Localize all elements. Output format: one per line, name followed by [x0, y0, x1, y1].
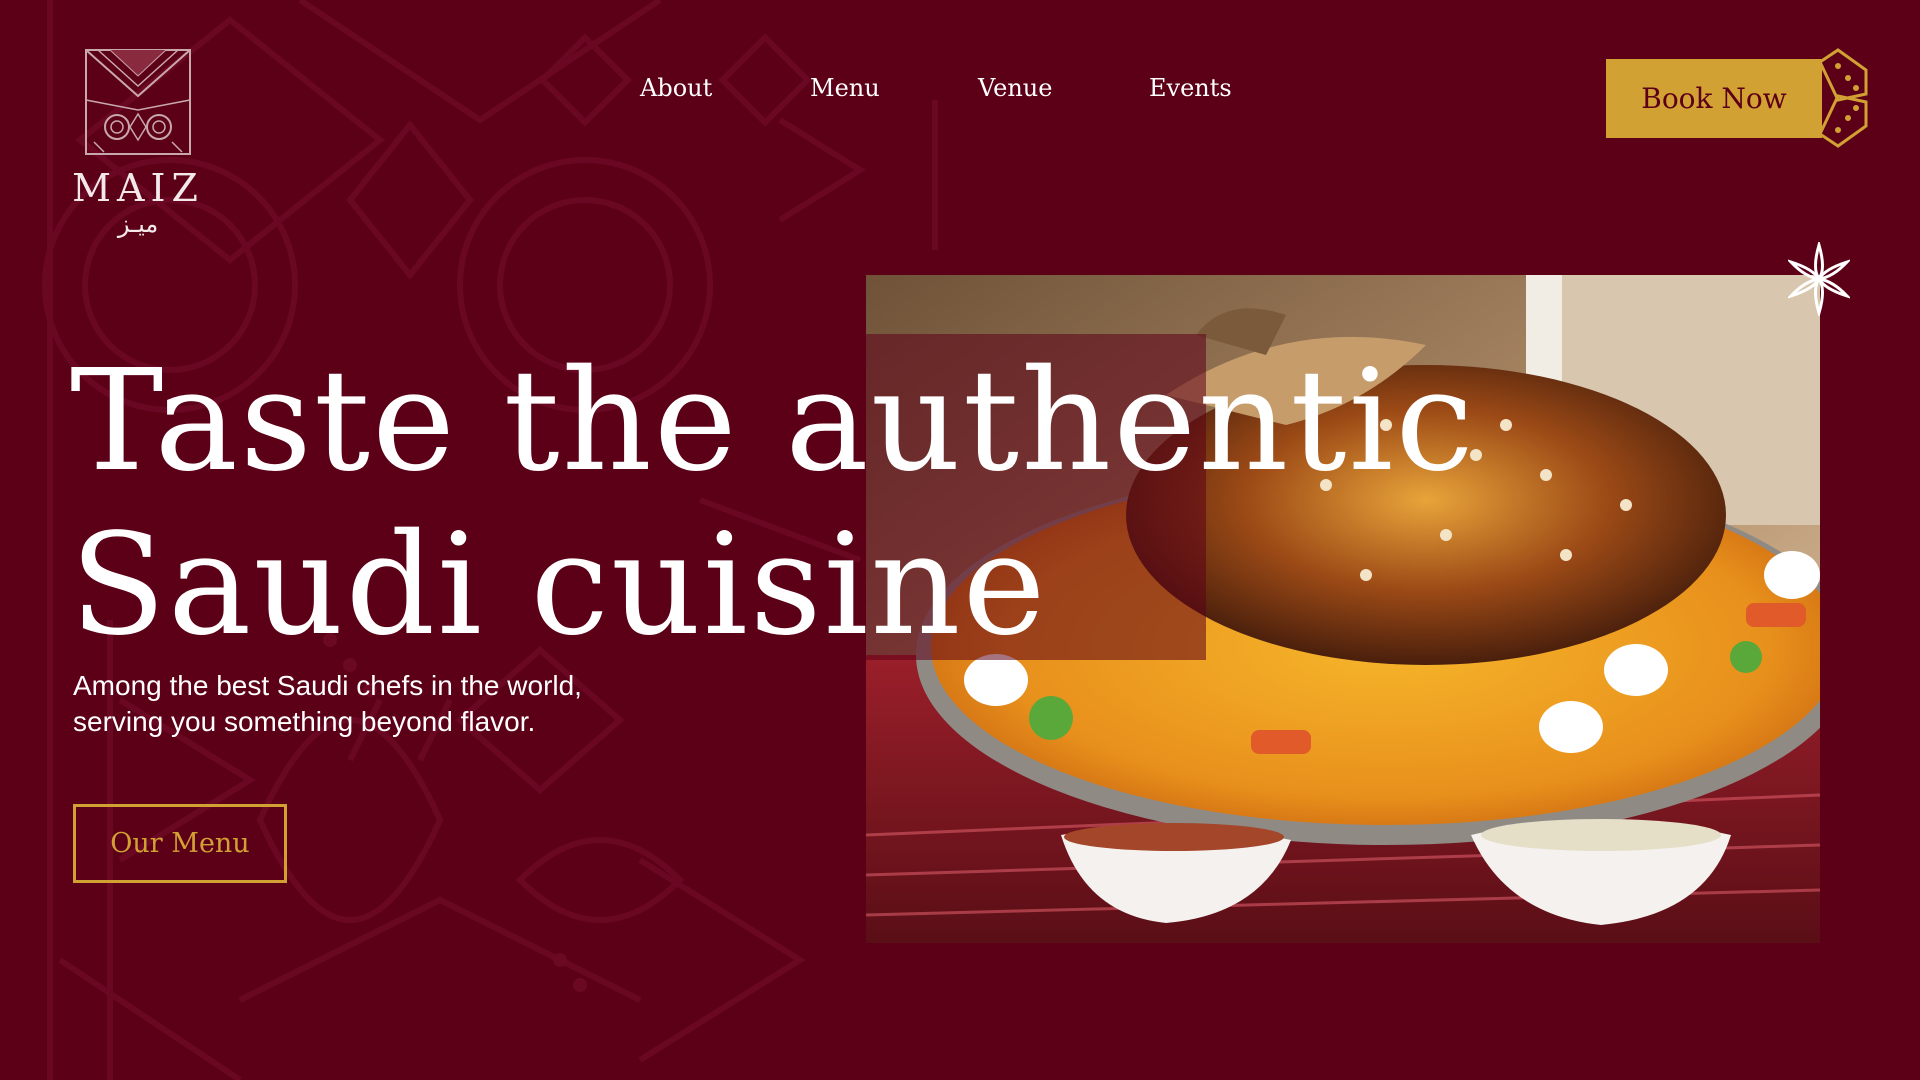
nav-venue[interactable]: Venue	[978, 70, 1052, 106]
geometric-sadu-emblem-icon	[85, 49, 191, 155]
hero-title-line-2: Saudi cuisine	[70, 504, 1048, 667]
diamond-ornament-icon	[1818, 48, 1868, 148]
brand-name: MAIZ	[72, 166, 204, 210]
our-menu-button[interactable]: Our Menu	[73, 804, 287, 883]
nav-about[interactable]: About	[640, 70, 712, 106]
brand-logo[interactable]: MAIZ ميـز	[72, 48, 204, 248]
book-now-button[interactable]: Book Now	[1606, 59, 1822, 138]
hero-subtitle-line-2: serving you something beyond flavor.	[73, 706, 536, 737]
hero-title-line-1: Taste the authentic	[70, 340, 1476, 503]
hero-subtitle-line-1: Among the best Saudi chefs in the world,	[73, 670, 582, 701]
eight-point-star-icon	[1788, 242, 1850, 316]
brand-arabic-name: ميـز	[117, 210, 159, 238]
hero-title: Taste the authentic Saudi cuisine	[70, 340, 1474, 668]
hero-subtitle: Among the best Saudi chefs in the world,…	[73, 668, 713, 740]
nav-events[interactable]: Events	[1149, 70, 1232, 106]
nav-menu[interactable]: Menu	[810, 70, 880, 106]
